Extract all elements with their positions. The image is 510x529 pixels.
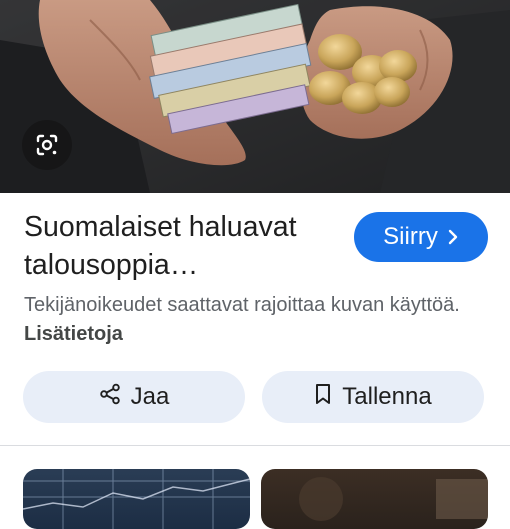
copyright-notice: Tekijänoikeudet saattavat rajoittaa kuva…: [24, 291, 474, 349]
save-button-label: Tallenna: [342, 383, 432, 410]
visit-button[interactable]: Siirry: [354, 212, 488, 262]
related-image-thumbnail[interactable]: [261, 469, 488, 529]
divider: [0, 445, 510, 446]
hero-image[interactable]: [0, 0, 510, 193]
related-image-graphic: [299, 477, 488, 521]
chevron-right-icon: [447, 229, 459, 245]
share-button-label: Jaa: [130, 383, 170, 410]
share-button[interactable]: Jaa: [23, 371, 245, 423]
money-in-hands-photo: [0, 0, 510, 193]
related-image-thumbnail[interactable]: [23, 469, 250, 529]
learn-more-link[interactable]: Lisätietoja: [24, 323, 123, 345]
google-lens-icon[interactable]: [22, 120, 72, 170]
copyright-notice-text: Tekijänoikeudet saattavat rajoittaa kuva…: [24, 294, 460, 316]
bookmark-icon: [314, 383, 332, 412]
save-button[interactable]: Tallenna: [262, 371, 484, 423]
share-icon: [99, 383, 121, 412]
visit-button-label: Siirry: [383, 223, 438, 250]
related-image-graphic: [23, 469, 250, 529]
result-title[interactable]: Suomalaiset haluavat talousoppia…: [24, 208, 344, 284]
